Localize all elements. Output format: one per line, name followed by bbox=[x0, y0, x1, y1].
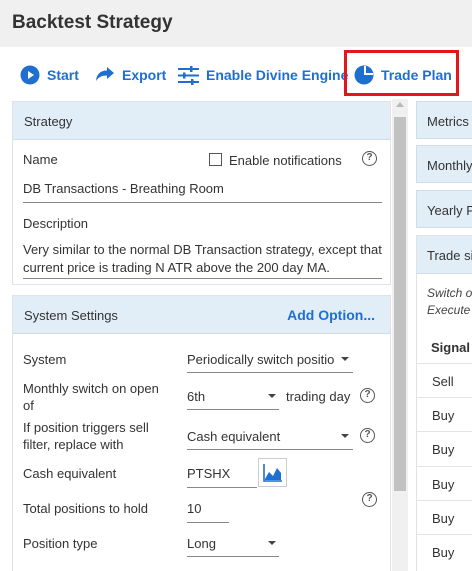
name-input-underline bbox=[23, 202, 382, 203]
system-settings-header: System Settings Add Option... bbox=[13, 296, 390, 334]
table-row[interactable]: Buy bbox=[417, 431, 472, 465]
start-button[interactable]: Start bbox=[20, 64, 79, 86]
monthly-day-underline bbox=[187, 409, 279, 410]
export-button[interactable]: Export bbox=[95, 64, 166, 86]
play-circle-icon bbox=[20, 65, 40, 85]
position-type-underline bbox=[187, 556, 279, 557]
description-line-2[interactable]: current price is trading N ATR above the… bbox=[23, 260, 330, 275]
metrics-section[interactable]: Metrics bbox=[416, 101, 472, 139]
enable-notifications-label: Enable notifications bbox=[229, 153, 342, 168]
chevron-down-icon[interactable] bbox=[341, 357, 349, 361]
line-chart-icon bbox=[263, 464, 282, 482]
signal-cell: Buy bbox=[432, 511, 455, 526]
pie-chart-icon bbox=[354, 65, 374, 85]
chevron-down-icon[interactable] bbox=[268, 394, 276, 398]
question-circle-icon[interactable]: ? bbox=[360, 428, 375, 443]
position-type-label: Position type bbox=[23, 536, 98, 551]
system-select[interactable]: Periodically switch positio bbox=[187, 352, 334, 367]
scroll-up-arrow-icon[interactable] bbox=[396, 102, 404, 107]
enable-notifications-checkbox[interactable] bbox=[209, 153, 222, 166]
total-positions-label: Total positions to hold bbox=[23, 501, 149, 516]
metrics-tab-label: Metrics bbox=[427, 114, 469, 129]
cash-equivalent-input[interactable]: PTSHX bbox=[187, 466, 230, 481]
monthly-switch-label-2: of bbox=[23, 398, 34, 413]
system-settings-title: System Settings bbox=[24, 308, 118, 323]
total-positions-underline bbox=[187, 522, 229, 523]
title-bar: Backtest Strategy bbox=[0, 0, 472, 47]
table-row[interactable]: Buy bbox=[417, 397, 472, 431]
signal-cell: Buy bbox=[432, 545, 455, 560]
position-type-select[interactable]: Long bbox=[187, 536, 216, 551]
description-underline bbox=[23, 278, 382, 279]
total-positions-input[interactable]: 10 bbox=[187, 501, 201, 516]
yearly-section[interactable]: Yearly P bbox=[416, 190, 472, 228]
system-select-underline bbox=[187, 372, 353, 373]
sell-filter-label: If position triggers sell bbox=[23, 420, 149, 435]
trade-plan-label: Trade Plan bbox=[381, 67, 452, 83]
question-circle-icon[interactable]: ? bbox=[362, 151, 377, 166]
chart-lookup-button[interactable] bbox=[258, 458, 287, 487]
trade-signals-title: Trade sig bbox=[427, 248, 472, 263]
start-label: Start bbox=[47, 67, 79, 83]
table-row[interactable]: Buy bbox=[417, 466, 472, 500]
description-label: Description bbox=[23, 216, 89, 231]
name-input[interactable]: DB Transactions - Breathing Room bbox=[23, 181, 224, 196]
vertical-scrollbar[interactable] bbox=[392, 99, 408, 571]
results-pane: Metrics Monthly Yearly P Trade sig Switc… bbox=[408, 99, 472, 571]
enable-divine-engine-button[interactable]: Enable Divine Engine bbox=[178, 64, 348, 86]
signal-cell: Buy bbox=[432, 442, 455, 457]
table-row[interactable]: Buy bbox=[417, 534, 472, 568]
description-line-1[interactable]: Very similar to the normal DB Transactio… bbox=[23, 242, 382, 257]
strategy-pane: Strategy Name Enable notifications ? DB … bbox=[0, 99, 392, 571]
export-label: Export bbox=[122, 67, 167, 83]
window-title: Backtest Strategy bbox=[12, 12, 173, 33]
table-row[interactable]: Buy bbox=[417, 500, 472, 534]
toolbar: Start Export Enable Divine Engine Trade … bbox=[0, 47, 472, 99]
monthly-tab-label: Monthly bbox=[427, 158, 472, 173]
signal-cell: Buy bbox=[432, 477, 455, 492]
strategy-panel: Strategy Name Enable notifications ? DB … bbox=[12, 101, 391, 285]
enable-divine-engine-label: Enable Divine Engine bbox=[206, 67, 349, 83]
monthly-day-select[interactable]: 6th bbox=[187, 389, 205, 404]
question-circle-icon[interactable]: ? bbox=[360, 388, 375, 403]
signal-cell: Sell bbox=[432, 374, 454, 389]
trade-plan-button[interactable]: Trade Plan bbox=[354, 64, 452, 86]
strategy-panel-title: Strategy bbox=[24, 114, 73, 129]
table-row[interactable]: Sell bbox=[417, 363, 472, 397]
monthly-switch-label: Monthly switch on open bbox=[23, 381, 159, 396]
share-arrow-icon bbox=[96, 67, 114, 81]
trade-signals-note-1: Switch o bbox=[427, 286, 472, 300]
chevron-down-icon[interactable] bbox=[268, 541, 276, 545]
sell-filter-select[interactable]: Cash equivalent bbox=[187, 429, 280, 444]
signal-cell: Buy bbox=[432, 408, 455, 423]
name-label: Name bbox=[23, 152, 58, 167]
yearly-tab-label: Yearly P bbox=[427, 203, 472, 218]
add-option-link[interactable]: Add Option... bbox=[287, 307, 375, 323]
sell-filter-label-2: filter, replace with bbox=[23, 437, 124, 452]
signal-column-header: Signal bbox=[431, 340, 471, 355]
question-circle-icon[interactable]: ? bbox=[362, 492, 377, 507]
sell-filter-underline bbox=[187, 449, 353, 450]
trade-signals-note-2: Execute bbox=[427, 303, 471, 317]
strategy-panel-header: Strategy bbox=[13, 102, 390, 140]
trade-signals-header: Trade sig bbox=[417, 236, 472, 274]
scrollbar-thumb[interactable] bbox=[394, 117, 406, 491]
system-settings-panel: System Settings Add Option... System Per… bbox=[12, 295, 391, 571]
sliders-icon bbox=[178, 65, 199, 85]
monthly-section[interactable]: Monthly bbox=[416, 145, 472, 183]
cash-equivalent-underline bbox=[187, 487, 257, 488]
chevron-down-icon[interactable] bbox=[341, 434, 349, 438]
system-label: System bbox=[23, 352, 67, 367]
trading-day-label: trading day bbox=[286, 389, 351, 404]
cash-equivalent-label: Cash equivalent bbox=[23, 466, 117, 481]
trade-signals-panel: Trade sig Switch o Execute Signal Sell B… bbox=[416, 235, 472, 571]
